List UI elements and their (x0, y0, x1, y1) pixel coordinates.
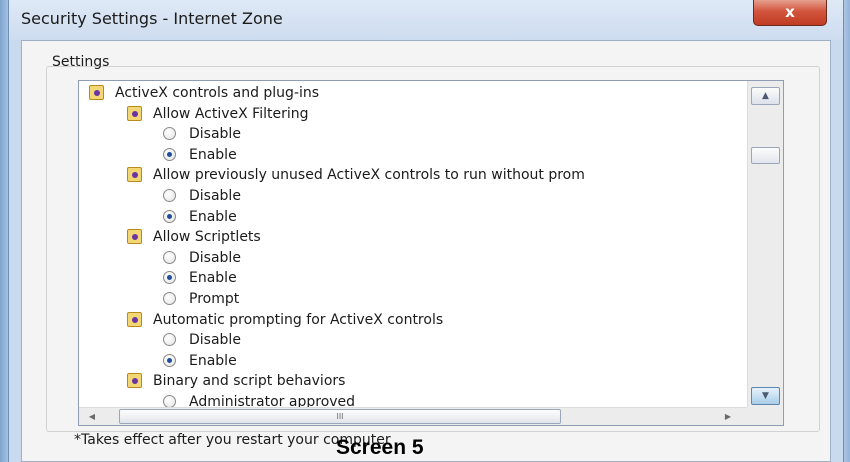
radio-option[interactable]: Disable (79, 248, 747, 268)
radio-checked-icon[interactable] (163, 147, 176, 161)
settings-item: Allow previously unused ActiveX controls… (79, 165, 747, 185)
settings-category-icon (127, 229, 142, 245)
radio-option[interactable]: Administrator approved (79, 392, 747, 407)
setting-label: Binary and script behaviors (153, 373, 346, 390)
radio-unchecked-icon[interactable] (163, 292, 176, 305)
settings-category-icon (89, 85, 104, 100)
setting-label: Allow Scriptlets (153, 229, 261, 246)
option-label: Disable (189, 188, 241, 204)
settings-tree: ActiveX controls and plug-ins Allow Activ… (79, 81, 747, 407)
radio-unchecked-icon[interactable] (163, 127, 176, 141)
scroll-down-icon[interactable]: ▼ (751, 387, 780, 405)
radio-option[interactable]: Disable (79, 330, 747, 350)
scroll-left-icon[interactable]: ◀ (83, 409, 101, 424)
radio-unchecked-icon[interactable] (163, 250, 176, 264)
setting-label: Allow previously unused ActiveX controls… (153, 167, 585, 184)
title-bar[interactable]: Security Settings - Internet Zone (9, 0, 843, 40)
settings-category-icon (127, 373, 142, 389)
option-label: Enable (189, 208, 237, 225)
option-label: Disable (189, 126, 241, 143)
option-label: Enable (189, 352, 237, 369)
settings-category: ActiveX controls and plug-ins (79, 83, 747, 103)
vertical-scroll-thumb[interactable] (751, 147, 780, 164)
category-label: ActiveX controls and plug-ins (115, 85, 320, 101)
screen-caption: Screen 5 (336, 436, 424, 459)
setting-label: Automatic prompting for ActiveX controls (153, 311, 444, 328)
radio-unchecked-icon[interactable] (163, 189, 176, 202)
option-label: Prompt (189, 291, 240, 307)
radio-checked-icon[interactable] (163, 353, 176, 367)
settings-item: Allow Scriptlets (79, 227, 747, 247)
radio-option[interactable]: Disable (79, 124, 747, 144)
settings-category-icon (127, 311, 142, 327)
scroll-right-icon[interactable]: ▶ (719, 409, 737, 424)
option-label: Administrator approved (189, 394, 356, 407)
window-title: Security Settings - Internet Zone (21, 9, 283, 28)
radio-option[interactable]: Enable (79, 207, 747, 227)
radio-checked-icon[interactable] (163, 271, 176, 285)
close-icon: x (785, 3, 795, 21)
scroll-grip-icon: III (336, 412, 344, 421)
horizontal-scrollbar[interactable]: ◀ III ▶ (79, 407, 747, 425)
radio-checked-icon[interactable] (163, 209, 176, 223)
radio-option[interactable]: Prompt (79, 289, 747, 309)
horizontal-scroll-thumb[interactable]: III (119, 409, 561, 424)
radio-option[interactable]: Enable (79, 351, 747, 371)
scroll-up-icon[interactable]: ▲ (751, 87, 780, 105)
settings-category-icon (127, 105, 142, 121)
option-label: Disable (189, 332, 241, 349)
radio-unchecked-icon[interactable] (163, 395, 176, 407)
setting-label: Allow ActiveX Filtering (153, 105, 309, 122)
radio-option[interactable]: Disable (79, 186, 747, 206)
vertical-scrollbar[interactable]: ▲ ▼ (747, 81, 783, 407)
radio-option[interactable]: Enable (79, 145, 747, 165)
settings-item: Allow ActiveX Filtering (79, 104, 747, 124)
radio-unchecked-icon[interactable] (163, 333, 176, 347)
radio-option[interactable]: Enable (79, 268, 747, 288)
option-label: Enable (189, 146, 237, 163)
scrollbar-corner (747, 407, 783, 425)
settings-item: Automatic prompting for ActiveX controls (79, 310, 747, 330)
settings-tree-list[interactable]: ActiveX controls and plug-ins Allow Activ… (78, 80, 784, 426)
option-label: Disable (189, 249, 241, 266)
close-button[interactable]: x (753, 0, 827, 26)
settings-group-label: Settings (52, 54, 110, 70)
option-label: Enable (189, 270, 237, 287)
settings-item: Binary and script behaviors (79, 371, 747, 391)
settings-category-icon (127, 167, 142, 183)
